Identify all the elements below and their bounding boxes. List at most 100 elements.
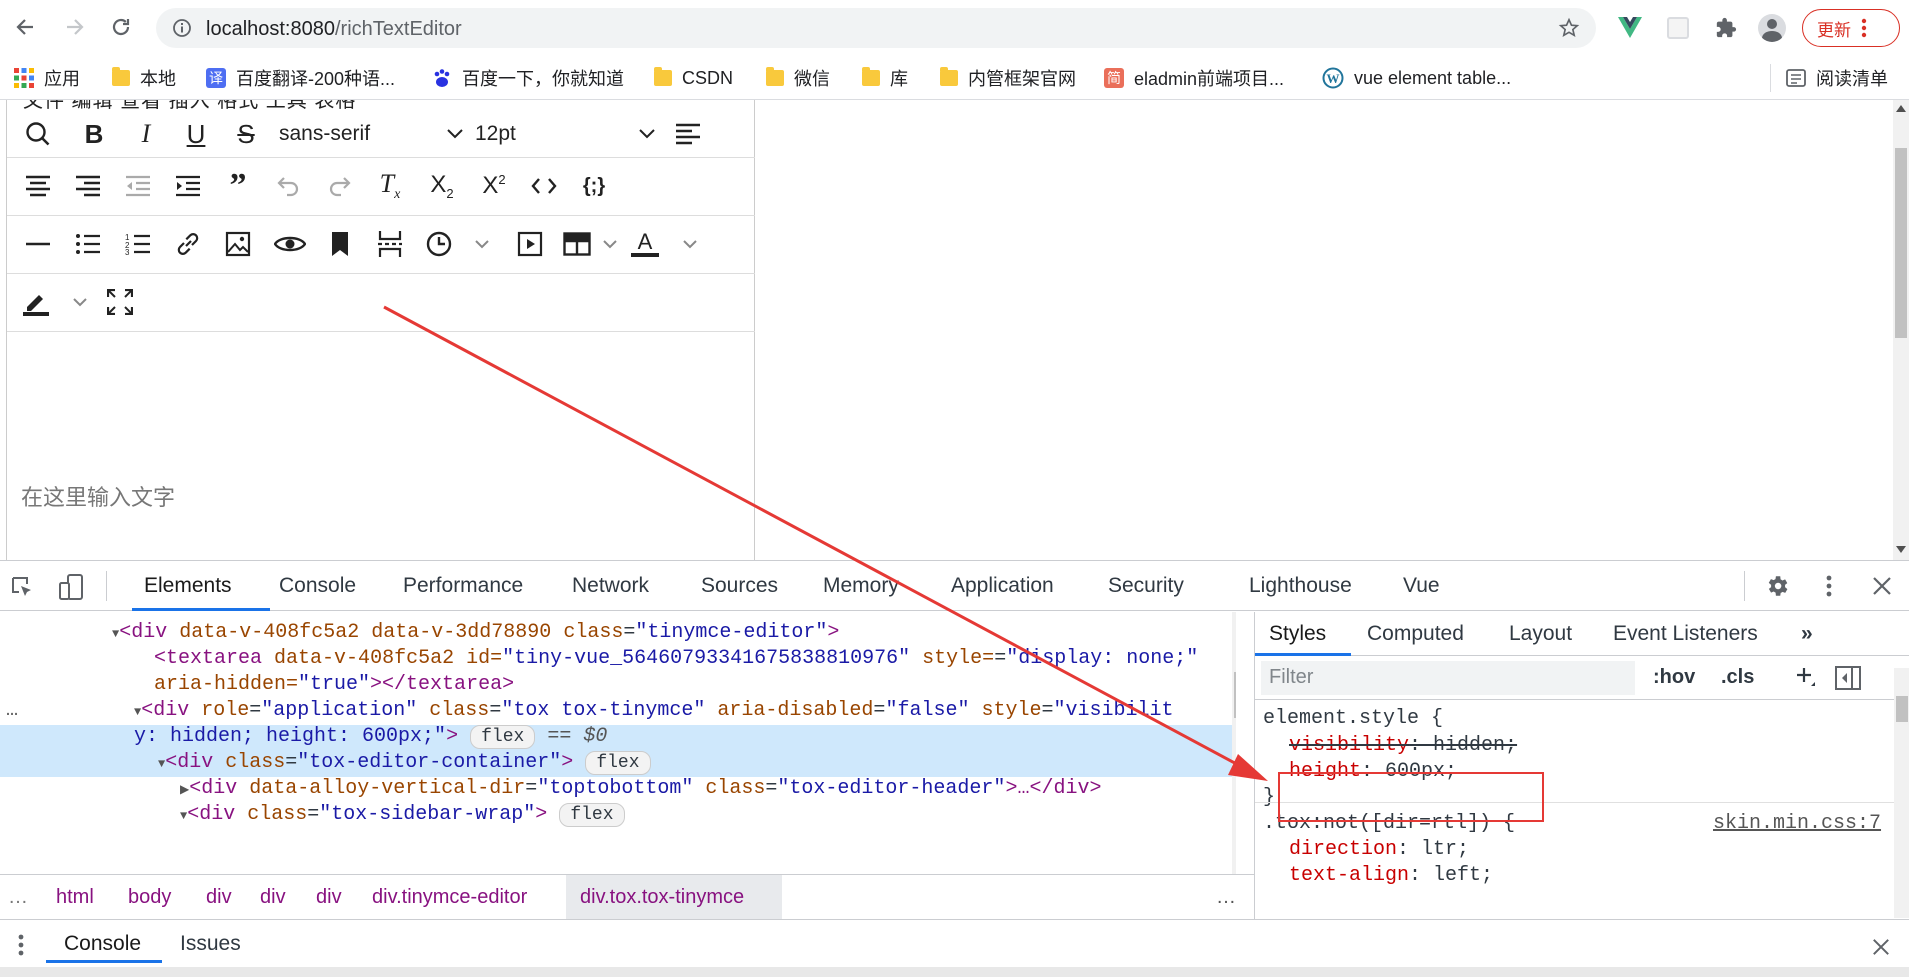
- info-icon[interactable]: [172, 18, 192, 38]
- vue-devtools-extension[interactable]: [1614, 12, 1646, 44]
- elements-scrollbar-thumb[interactable]: [1234, 672, 1236, 718]
- back-button[interactable]: [8, 10, 42, 44]
- scroll-down-icon[interactable]: [1896, 546, 1906, 554]
- more-vert-icon[interactable]: [1826, 575, 1832, 597]
- superscript-button[interactable]: X2: [477, 164, 511, 208]
- subscript-button[interactable]: X2: [425, 164, 459, 208]
- tab-security[interactable]: Security: [1108, 574, 1184, 598]
- indent-button[interactable]: [171, 164, 205, 208]
- drawer-tab-issues[interactable]: Issues: [180, 932, 241, 956]
- flex-badge[interactable]: flex: [559, 803, 625, 827]
- bookmark-vue-element-table[interactable]: W vue element table...: [1322, 66, 1511, 90]
- styles-scrollbar[interactable]: [1894, 668, 1909, 918]
- close-drawer-icon[interactable]: [1872, 938, 1890, 956]
- tree-node-tinymce-editor[interactable]: ▼<div data-v-408fc5a2 data-v-3dd78890 cl…: [112, 620, 839, 647]
- breadcrumb-item[interactable]: div: [206, 886, 232, 909]
- undo-button[interactable]: [271, 164, 305, 208]
- media-button[interactable]: [513, 222, 547, 266]
- styles-more-tabs-icon[interactable]: »: [1801, 622, 1813, 646]
- scroll-up-icon[interactable]: [1896, 104, 1906, 112]
- bullet-list-button[interactable]: [71, 222, 105, 266]
- strikethrough-button[interactable]: S: [229, 112, 263, 156]
- toggle-sidebar-icon[interactable]: [1835, 666, 1861, 690]
- styles-scrollbar-thumb[interactable]: [1896, 696, 1908, 722]
- extensions-menu-button[interactable]: [1710, 12, 1742, 44]
- redo-button[interactable]: [323, 164, 357, 208]
- tree-node-textarea-cont[interactable]: aria-hidden="true"></textarea>: [154, 672, 514, 698]
- clear-format-button[interactable]: Tx: [373, 164, 407, 208]
- device-toolbar-icon[interactable]: [58, 573, 86, 601]
- insert-datetime-button[interactable]: [425, 222, 489, 266]
- reading-list-button[interactable]: 阅读清单: [1786, 66, 1888, 90]
- tab-application[interactable]: Application: [951, 574, 1054, 598]
- inspect-element-icon[interactable]: [10, 575, 34, 599]
- blockquote-button[interactable]: ”: [221, 164, 255, 208]
- breadcrumb-item[interactable]: div: [316, 886, 342, 909]
- align-right-button[interactable]: [71, 164, 105, 208]
- rule-declaration[interactable]: text-align: left;: [1289, 864, 1493, 887]
- tree-node-editor-header[interactable]: ▶<div data-alloy-vertical-dir="toptobott…: [180, 776, 1101, 803]
- breadcrumb-item-selected[interactable]: div.tox.tox-tinymce: [580, 886, 744, 909]
- bookmark-baidu[interactable]: 百度一下，你就知道: [432, 66, 624, 90]
- font-family-select[interactable]: sans-serif: [279, 112, 463, 156]
- bookmark-library[interactable]: 库: [862, 66, 908, 90]
- tree-node-editor-container[interactable]: ▼<div class="tox-editor-container"> flex: [158, 750, 651, 777]
- reload-button[interactable]: [104, 10, 138, 44]
- bold-button[interactable]: B: [77, 112, 111, 156]
- class-toggle[interactable]: .cls: [1721, 666, 1754, 689]
- settings-gear-icon[interactable]: [1764, 573, 1790, 599]
- page-break-button[interactable]: [373, 222, 407, 266]
- editor-placeholder[interactable]: 在这里输入文字: [21, 480, 175, 512]
- align-center-button[interactable]: [21, 164, 55, 208]
- bookmark-framework[interactable]: 内管框架官网: [940, 66, 1076, 90]
- search-button[interactable]: [21, 112, 55, 156]
- numbered-list-button[interactable]: 123: [121, 222, 155, 266]
- styles-tab-layout[interactable]: Layout: [1509, 622, 1572, 646]
- highlight-color-button[interactable]: [21, 280, 87, 324]
- profile-button[interactable]: [1756, 12, 1788, 44]
- bookmark-baidu-translate[interactable]: 译 百度翻译-200种语...: [206, 66, 395, 90]
- anchor-button[interactable]: [323, 222, 357, 266]
- new-rule-icon[interactable]: [1795, 666, 1817, 688]
- breadcrumb-item[interactable]: body: [128, 886, 171, 909]
- breadcrumb-ellipsis[interactable]: …: [8, 886, 28, 909]
- bookmark-apps[interactable]: 应用: [14, 66, 80, 90]
- code-button[interactable]: [527, 164, 561, 208]
- breadcrumb-item[interactable]: html: [56, 886, 94, 909]
- breadcrumb-more[interactable]: …: [1216, 886, 1236, 909]
- text-color-button[interactable]: A: [631, 222, 697, 266]
- close-devtools-icon[interactable]: [1872, 576, 1892, 596]
- rule-source-link[interactable]: skin.min.css:7: [1713, 812, 1881, 835]
- link-button[interactable]: [171, 222, 205, 266]
- bookmark-csdn[interactable]: CSDN: [654, 66, 733, 90]
- drawer-tab-console[interactable]: Console: [64, 932, 141, 956]
- font-size-select[interactable]: 12pt: [475, 112, 655, 156]
- tab-performance[interactable]: Performance: [403, 574, 523, 598]
- horizontal-rule-button[interactable]: [21, 222, 55, 266]
- rule-declaration-overridden[interactable]: visibility: hidden;: [1289, 734, 1517, 757]
- flex-badge[interactable]: flex: [470, 725, 536, 749]
- align-left-button[interactable]: [671, 112, 705, 156]
- filter-input[interactable]: Filter: [1261, 661, 1635, 695]
- bookmark-star-icon[interactable]: [1558, 17, 1580, 39]
- extension-button[interactable]: [1662, 12, 1694, 44]
- styles-tab-styles[interactable]: Styles: [1269, 622, 1326, 646]
- forward-button[interactable]: [58, 10, 92, 44]
- tree-node-tox-tinymce-cont[interactable]: y: hidden; height: 600px;"> flex == $0: [134, 724, 607, 750]
- elements-scrollbar[interactable]: [1232, 612, 1236, 874]
- bookmark-eladmin[interactable]: 简 eladmin前端项目...: [1104, 66, 1284, 90]
- tab-lighthouse[interactable]: Lighthouse: [1249, 574, 1352, 598]
- address-bar[interactable]: localhost:8080/richTextEditor: [156, 8, 1596, 48]
- preview-button[interactable]: [271, 222, 309, 266]
- page-scrollbar-thumb[interactable]: [1895, 148, 1907, 338]
- outdent-button[interactable]: [121, 164, 155, 208]
- image-button[interactable]: [221, 222, 255, 266]
- tab-network[interactable]: Network: [572, 574, 649, 598]
- drawer-menu-icon[interactable]: [18, 934, 24, 956]
- fullscreen-button[interactable]: [103, 280, 137, 324]
- page-scrollbar[interactable]: [1893, 100, 1909, 560]
- tab-console[interactable]: Console: [279, 574, 356, 598]
- styles-tab-computed[interactable]: Computed: [1367, 622, 1464, 646]
- italic-button[interactable]: I: [129, 112, 163, 156]
- bookmark-local[interactable]: 本地: [112, 66, 176, 90]
